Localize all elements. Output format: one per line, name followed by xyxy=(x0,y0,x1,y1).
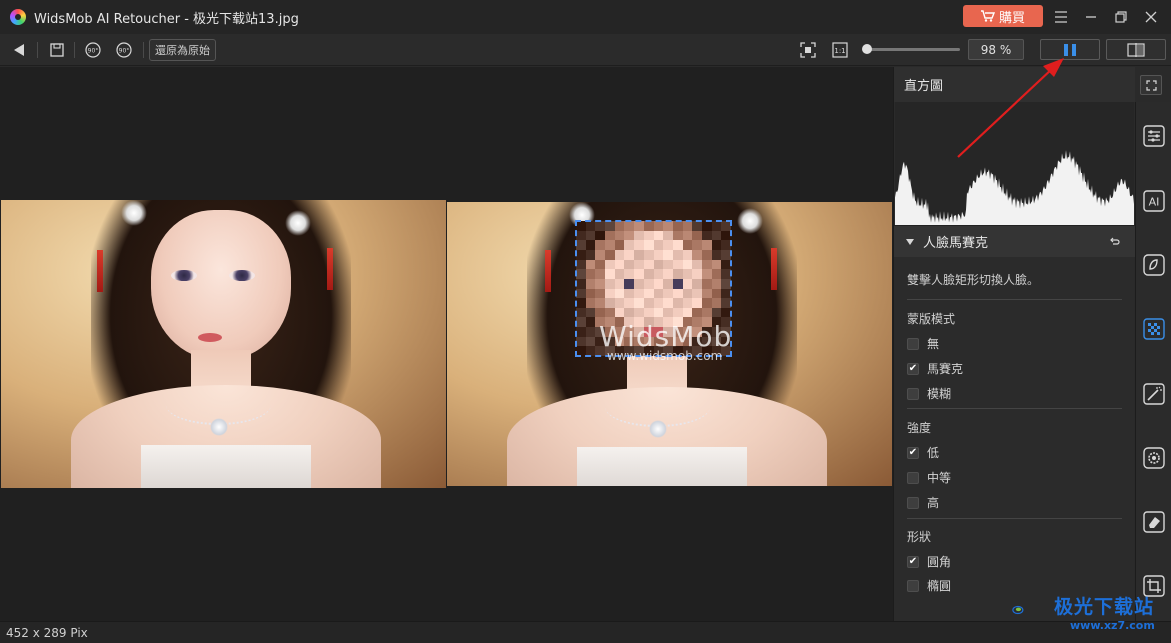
eraser-icon[interactable] xyxy=(1142,510,1166,534)
strength-low[interactable]: ✔ 低 xyxy=(907,444,939,461)
fit-screen-icon[interactable] xyxy=(797,39,819,61)
rotate-right-icon[interactable]: 90° xyxy=(113,39,135,61)
app-window: WidsMob AI Retoucher - 极光下载站13.jpg 購買 90… xyxy=(0,0,1171,643)
restore-icon[interactable] xyxy=(1110,6,1132,28)
reset-icon[interactable] xyxy=(1108,236,1120,248)
checkbox[interactable] xyxy=(907,579,919,592)
histogram-title: 直方圖 xyxy=(904,79,944,94)
site-brand-url: www.xz7.com xyxy=(1070,619,1155,632)
save-icon[interactable] xyxy=(46,39,68,61)
adjustments-icon[interactable] xyxy=(1142,124,1166,148)
toolbar-divider xyxy=(37,42,38,58)
mask-mode-mosaic[interactable]: ✔ 馬賽克 xyxy=(907,360,963,377)
close-icon[interactable] xyxy=(1140,6,1162,28)
split-compare-view-button[interactable] xyxy=(1106,39,1166,60)
svg-text:90°: 90° xyxy=(88,48,99,55)
section-title: 人臉馬賽克 xyxy=(923,236,989,251)
checkbox[interactable] xyxy=(907,337,919,350)
image-dimensions: 452 x 289 Pix xyxy=(6,626,88,640)
divider xyxy=(907,299,1122,300)
split-view-icon xyxy=(1064,43,1076,56)
shape-title: 形狀 xyxy=(907,530,932,544)
checkbox[interactable] xyxy=(907,387,919,400)
mosaic-tool-icon[interactable] xyxy=(1142,317,1166,341)
right-panel: 直方圖 人臉馬賽克 雙擊人臉矩形切換人臉。 蒙版模式 無 ✔ 馬賽克 模糊 強度 … xyxy=(893,67,1135,621)
settings-gear-icon[interactable] xyxy=(1142,446,1166,470)
divider xyxy=(907,408,1122,409)
image-canvas[interactable]: WidsMob www.widsmob.com xyxy=(0,67,893,621)
window-title: WidsMob AI Retoucher - 极光下载站13.jpg xyxy=(34,11,299,27)
toolbar-divider xyxy=(74,42,75,58)
expand-histogram-button[interactable] xyxy=(1140,75,1162,95)
strength-high[interactable]: 高 xyxy=(907,494,939,511)
divider xyxy=(907,518,1122,519)
back-icon[interactable] xyxy=(8,39,30,61)
svg-text:90°: 90° xyxy=(119,48,130,55)
histogram-curve xyxy=(895,150,1134,225)
zoom-slider-track[interactable] xyxy=(864,48,960,51)
histogram xyxy=(895,102,1134,225)
toolbar-divider xyxy=(143,42,144,58)
minimize-icon[interactable] xyxy=(1080,6,1102,28)
compare-view-icon xyxy=(1127,42,1145,57)
shape-ellipse[interactable]: 橢圓 xyxy=(907,577,951,594)
ai-icon[interactable]: AI xyxy=(1142,189,1166,213)
actual-size-icon[interactable]: 1:1 xyxy=(829,39,851,61)
magic-wand-icon[interactable] xyxy=(1142,382,1166,406)
checkbox[interactable] xyxy=(907,496,919,509)
app-logo-icon xyxy=(10,9,26,25)
status-bar: 452 x 289 Pix xyxy=(0,621,1171,643)
collapse-arrow-icon xyxy=(906,238,914,245)
original-photo xyxy=(1,200,446,488)
mask-mode-blur[interactable]: 模糊 xyxy=(907,385,951,402)
checkbox-checked[interactable]: ✔ xyxy=(907,362,919,375)
site-logo-icon xyxy=(1012,605,1024,615)
processed-photo: WidsMob www.widsmob.com xyxy=(447,202,892,486)
svg-text:AI: AI xyxy=(1149,196,1160,209)
histogram-header: 直方圖 xyxy=(894,67,1135,102)
zoom-level-field[interactable]: 98 % xyxy=(968,39,1024,60)
strength-title: 強度 xyxy=(907,421,932,435)
face-retouch-icon[interactable] xyxy=(1142,253,1166,277)
side-by-side-view-button[interactable] xyxy=(1040,39,1100,60)
site-brand-name: 极光下载站 xyxy=(1054,596,1155,618)
checkbox-checked[interactable]: ✔ xyxy=(907,555,919,568)
expand-icon xyxy=(1145,79,1157,91)
buy-label: 購買 xyxy=(998,9,1025,25)
checkbox-checked[interactable]: ✔ xyxy=(907,446,919,459)
face-mosaic-section-header[interactable]: 人臉馬賽克 xyxy=(894,225,1135,257)
rotate-left-icon[interactable]: 90° xyxy=(82,39,104,61)
instruction-text: 雙擊人臉矩形切換人臉。 xyxy=(907,273,1040,287)
checkbox[interactable] xyxy=(907,471,919,484)
mask-mode-title: 蒙版模式 xyxy=(907,312,956,326)
strength-medium[interactable]: 中等 xyxy=(907,469,951,486)
tool-sidebar: AI xyxy=(1135,102,1171,621)
cart-icon xyxy=(980,10,995,22)
mask-mode-none[interactable]: 無 xyxy=(907,335,939,352)
zoom-slider-handle[interactable] xyxy=(861,44,872,54)
watermark-url: www.widsmob.com xyxy=(607,349,723,363)
menu-icon[interactable] xyxy=(1050,6,1072,28)
revert-to-original-button[interactable]: 還原為原始 xyxy=(149,39,216,61)
buy-button[interactable]: 購買 xyxy=(963,5,1043,27)
svg-text:1:1: 1:1 xyxy=(834,47,845,55)
shape-rounded[interactable]: ✔ 圓角 xyxy=(907,553,951,570)
